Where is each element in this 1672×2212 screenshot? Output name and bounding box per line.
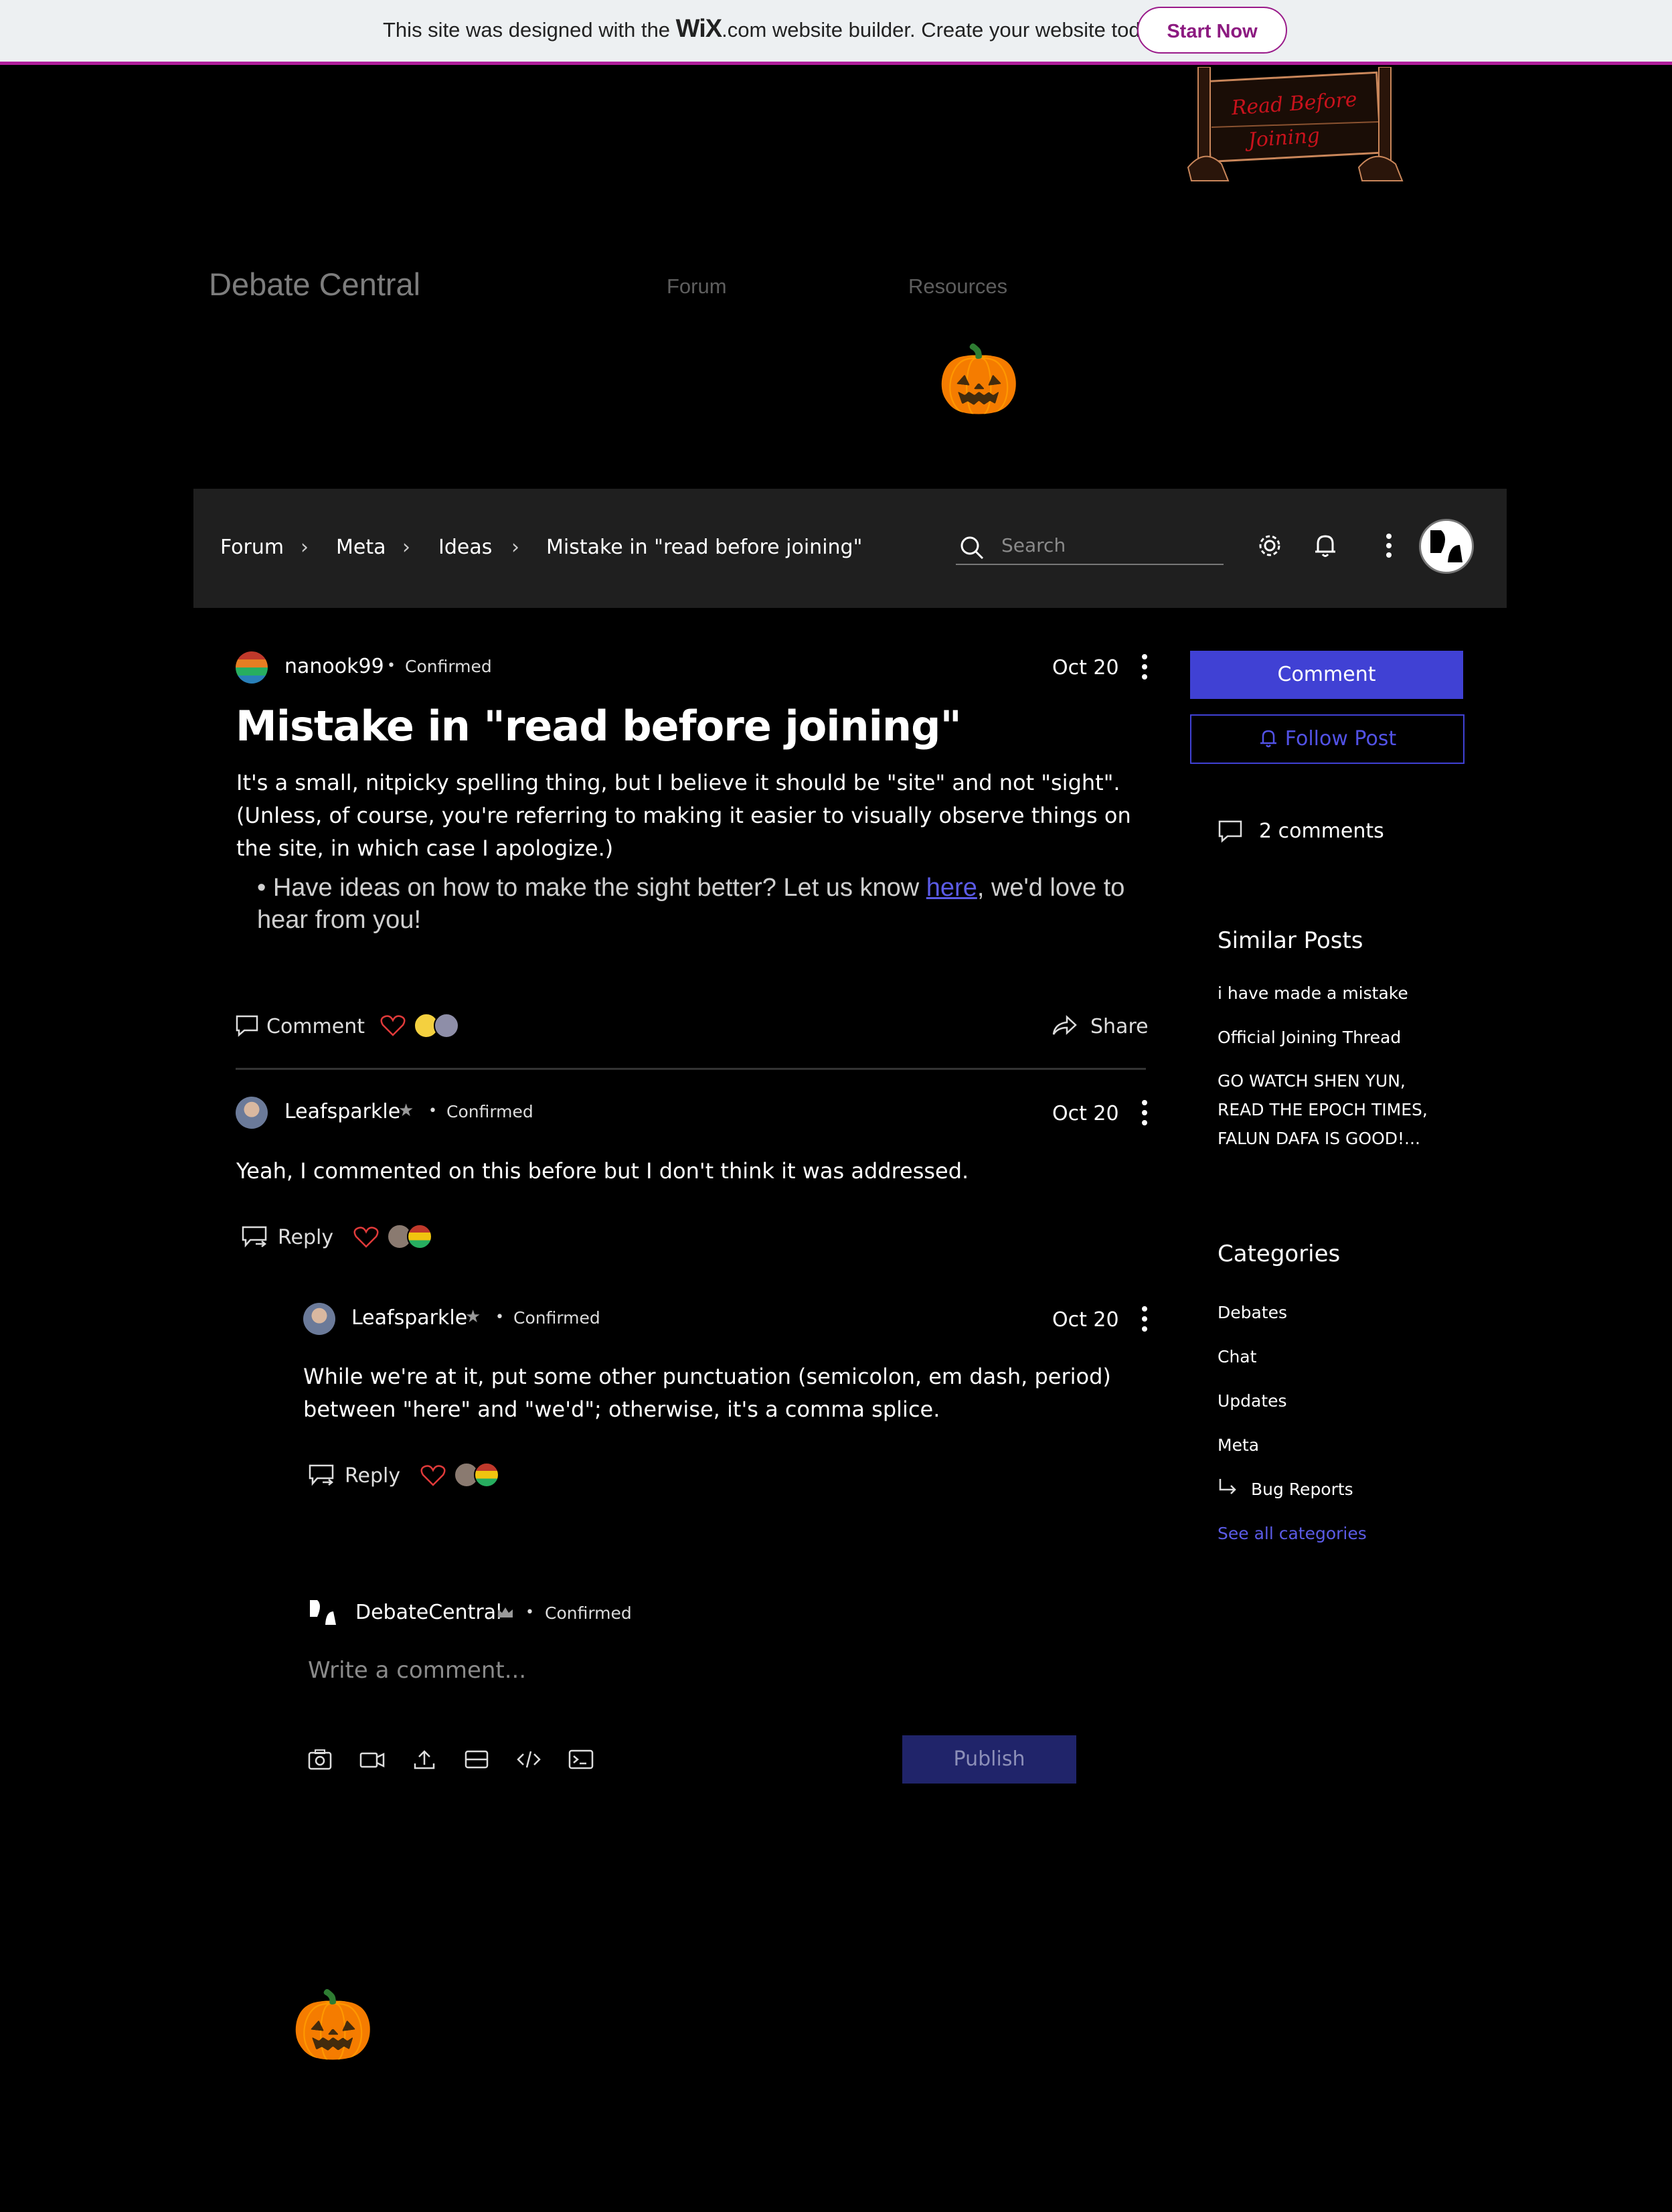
similar-post-link[interactable]: i have made a mistake bbox=[1218, 979, 1408, 1008]
breadcrumb-meta[interactable]: Meta bbox=[336, 536, 386, 559]
camera-icon[interactable] bbox=[307, 1747, 333, 1771]
comments-count-icon bbox=[1218, 820, 1242, 843]
author-avatar[interactable] bbox=[236, 651, 268, 684]
share-icon[interactable] bbox=[1051, 1014, 1078, 1037]
site-title[interactable]: Debate Central bbox=[209, 266, 420, 303]
liker-avatar[interactable] bbox=[407, 1224, 432, 1249]
post-more-options-icon[interactable] bbox=[1138, 653, 1151, 680]
reply-icon[interactable] bbox=[308, 1464, 336, 1488]
category-chat[interactable]: Chat bbox=[1218, 1342, 1256, 1371]
publish-button[interactable]: Publish bbox=[902, 1735, 1076, 1784]
reply-text: While we're at it, put some other punctu… bbox=[303, 1364, 1111, 1422]
nav-resources[interactable]: Resources bbox=[908, 274, 1007, 299]
composer-author-name[interactable]: DebateCentral bbox=[355, 1601, 501, 1624]
wix-banner-message: This site was designed with the WiX.com … bbox=[383, 15, 1167, 43]
reply-icon[interactable] bbox=[241, 1225, 269, 1249]
liker-avatar[interactable] bbox=[434, 1013, 459, 1038]
star-icon: ★ bbox=[398, 1101, 414, 1121]
commenter-badge: Confirmed bbox=[446, 1102, 533, 1121]
terminal-icon[interactable] bbox=[568, 1747, 594, 1771]
start-now-button[interactable]: Start Now bbox=[1137, 7, 1287, 54]
here-link[interactable]: here bbox=[926, 874, 977, 902]
reply-author-badge: Confirmed bbox=[513, 1308, 600, 1328]
author-badge: Confirmed bbox=[405, 657, 492, 676]
category-bug-reports[interactable]: Bug Reports bbox=[1251, 1475, 1353, 1504]
reply-author-name[interactable]: Leafsparkle bbox=[351, 1306, 467, 1330]
comment-text: Yeah, I commented on this before but I d… bbox=[236, 1158, 969, 1184]
category-debates[interactable]: Debates bbox=[1218, 1298, 1287, 1327]
more-options-icon[interactable] bbox=[1373, 530, 1404, 561]
see-all-categories-link[interactable]: See all categories bbox=[1218, 1519, 1367, 1548]
like-heart-icon[interactable] bbox=[353, 1226, 379, 1249]
gif-divider-icon[interactable] bbox=[463, 1747, 490, 1771]
similar-post-link-line1[interactable]: GO WATCH SHEN YUN, bbox=[1218, 1066, 1406, 1095]
search-input[interactable]: Search bbox=[956, 529, 1224, 565]
wix-logo: WiX bbox=[675, 15, 722, 43]
bell-icon bbox=[1260, 730, 1276, 748]
separator-dot: • bbox=[525, 1604, 534, 1621]
divider bbox=[236, 1068, 1146, 1070]
search-icon bbox=[960, 536, 984, 560]
upload-icon[interactable] bbox=[411, 1747, 438, 1771]
comment-more-options-icon[interactable] bbox=[1138, 1099, 1151, 1126]
share-button[interactable]: Share bbox=[1090, 1015, 1149, 1038]
reply-author-avatar[interactable] bbox=[303, 1303, 335, 1335]
separator-dot: • bbox=[387, 657, 396, 674]
debatecentral-logo-avatar[interactable] bbox=[308, 1597, 339, 1628]
separator-dot: • bbox=[428, 1103, 437, 1119]
pumpkin-decoration: 🎃 bbox=[291, 1986, 375, 2064]
follow-post-button[interactable]: Follow Post bbox=[1190, 714, 1465, 764]
similar-post-link-line3[interactable]: FALUN DAFA IS GOOD!... bbox=[1218, 1124, 1420, 1153]
sidebar-comment-button[interactable]: Comment bbox=[1190, 651, 1463, 699]
chevron-right-icon: › bbox=[301, 536, 309, 559]
chevron-right-icon: › bbox=[402, 536, 410, 559]
post-author-name[interactable]: nanook99 bbox=[284, 655, 384, 678]
comments-count: 2 comments bbox=[1259, 819, 1384, 843]
breadcrumb-ideas[interactable]: Ideas bbox=[438, 536, 492, 559]
comment-icon[interactable] bbox=[235, 1014, 259, 1037]
comment-input[interactable]: Write a comment... bbox=[308, 1657, 526, 1684]
forum-toolbar: Forum › Meta › Ideas › Mistake in "read … bbox=[193, 489, 1507, 608]
subcategory-arrow-icon bbox=[1219, 1479, 1236, 1494]
reply-button[interactable]: Reply bbox=[278, 1226, 333, 1249]
video-icon[interactable] bbox=[359, 1747, 386, 1771]
category-updates[interactable]: Updates bbox=[1218, 1387, 1287, 1415]
star-icon: ★ bbox=[465, 1307, 481, 1327]
post-comment-button[interactable]: Comment bbox=[266, 1015, 365, 1038]
read-before-joining-sign[interactable]: Read Before Joining bbox=[1185, 67, 1419, 186]
liker-avatar[interactable] bbox=[474, 1462, 499, 1488]
search-placeholder: Search bbox=[1001, 534, 1066, 556]
reply-button[interactable]: Reply bbox=[345, 1464, 400, 1488]
settings-gear-icon[interactable] bbox=[1254, 530, 1285, 561]
reply-date: Oct 20 bbox=[1052, 1308, 1119, 1332]
category-meta[interactable]: Meta bbox=[1218, 1431, 1259, 1459]
categories-heading: Categories bbox=[1218, 1241, 1341, 1267]
post-bullet: • Have ideas on how to make the sight be… bbox=[257, 874, 1125, 934]
breadcrumb-forum[interactable]: Forum bbox=[220, 536, 284, 559]
notifications-bell-icon[interactable] bbox=[1310, 530, 1341, 561]
reply-more-options-icon[interactable] bbox=[1138, 1306, 1151, 1332]
composer-author-badge: Confirmed bbox=[545, 1603, 632, 1623]
chevron-right-icon: › bbox=[511, 536, 519, 559]
post-title: Mistake in "read before joining" bbox=[236, 702, 962, 750]
nav-forum[interactable]: Forum bbox=[667, 274, 727, 299]
like-heart-icon[interactable] bbox=[420, 1464, 446, 1487]
comment-author-name[interactable]: Leafsparkle bbox=[284, 1100, 400, 1123]
similar-posts-heading: Similar Posts bbox=[1218, 927, 1363, 954]
separator-dot: • bbox=[495, 1309, 504, 1326]
post-date: Oct 20 bbox=[1052, 656, 1119, 680]
breadcrumb-current-post[interactable]: Mistake in "read before joining" bbox=[546, 536, 862, 559]
wix-banner: This site was designed with the WiX.com … bbox=[0, 0, 1672, 65]
user-avatar[interactable] bbox=[1419, 519, 1474, 574]
code-icon[interactable] bbox=[515, 1747, 542, 1771]
comment-date: Oct 20 bbox=[1052, 1102, 1119, 1125]
crown-icon bbox=[498, 1607, 513, 1617]
commenter-avatar[interactable] bbox=[236, 1097, 268, 1129]
post-body: It's a small, nitpicky spelling thing, b… bbox=[236, 770, 1131, 861]
like-heart-icon[interactable] bbox=[380, 1014, 406, 1037]
similar-post-link[interactable]: Official Joining Thread bbox=[1218, 1023, 1401, 1052]
pumpkin-decoration: 🎃 bbox=[937, 340, 1021, 418]
similar-post-link-line2[interactable]: READ THE EPOCH TIMES, bbox=[1218, 1095, 1428, 1124]
